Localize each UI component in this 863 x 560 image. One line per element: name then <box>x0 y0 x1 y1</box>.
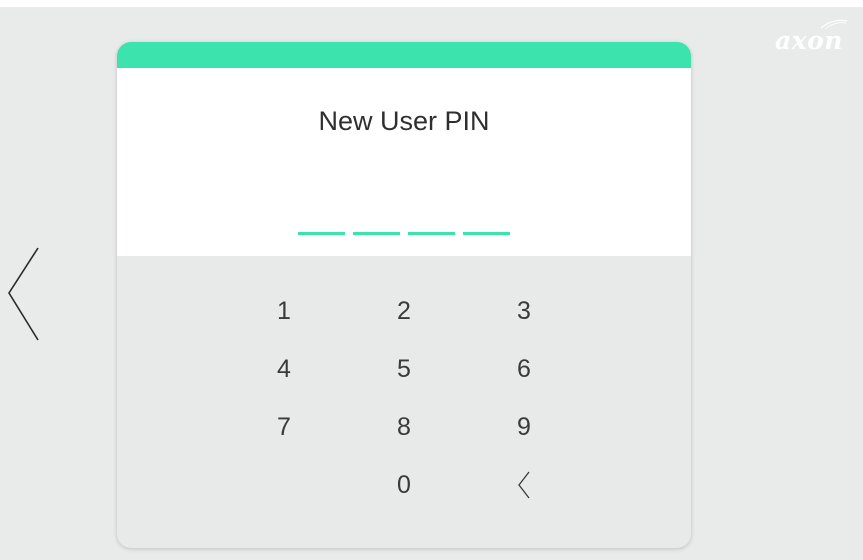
top-strip <box>0 0 863 7</box>
key-9[interactable]: 9 <box>464 398 584 456</box>
key-8[interactable]: 8 <box>344 398 464 456</box>
key-2[interactable]: 2 <box>344 282 464 340</box>
keypad-row: 4 5 6 <box>224 340 584 398</box>
key-6[interactable]: 6 <box>464 340 584 398</box>
key-0[interactable]: 0 <box>344 456 464 514</box>
dialog-title: New User PIN <box>318 106 490 136</box>
pin-slot <box>298 232 345 235</box>
key-3[interactable]: 3 <box>464 282 584 340</box>
pin-slot <box>353 232 400 235</box>
keypad-row: 7 8 9 <box>224 398 584 456</box>
pin-input-slots <box>298 232 510 235</box>
key-7[interactable]: 7 <box>224 398 344 456</box>
keypad-row: 1 2 3 <box>224 282 584 340</box>
pin-slot <box>463 232 510 235</box>
dialog-header: New User PIN <box>117 68 691 256</box>
key-5[interactable]: 5 <box>344 340 464 398</box>
back-button[interactable] <box>6 246 42 346</box>
backspace-chevron-icon <box>518 471 530 499</box>
chevron-left-icon <box>8 247 39 341</box>
key-4[interactable]: 4 <box>224 340 344 398</box>
numeric-keypad: 1 2 3 4 5 6 7 8 9 0 <box>224 282 584 514</box>
keypad-row: 0 <box>224 456 584 514</box>
axon-logo: axon <box>775 26 843 55</box>
backspace-key[interactable] <box>464 456 584 514</box>
pin-dialog: New User PIN 1 2 3 4 5 6 7 8 9 0 <box>117 42 691 548</box>
key-1[interactable]: 1 <box>224 282 344 340</box>
dialog-accent-bar <box>117 42 691 68</box>
key-empty <box>224 456 344 514</box>
pin-slot <box>408 232 455 235</box>
